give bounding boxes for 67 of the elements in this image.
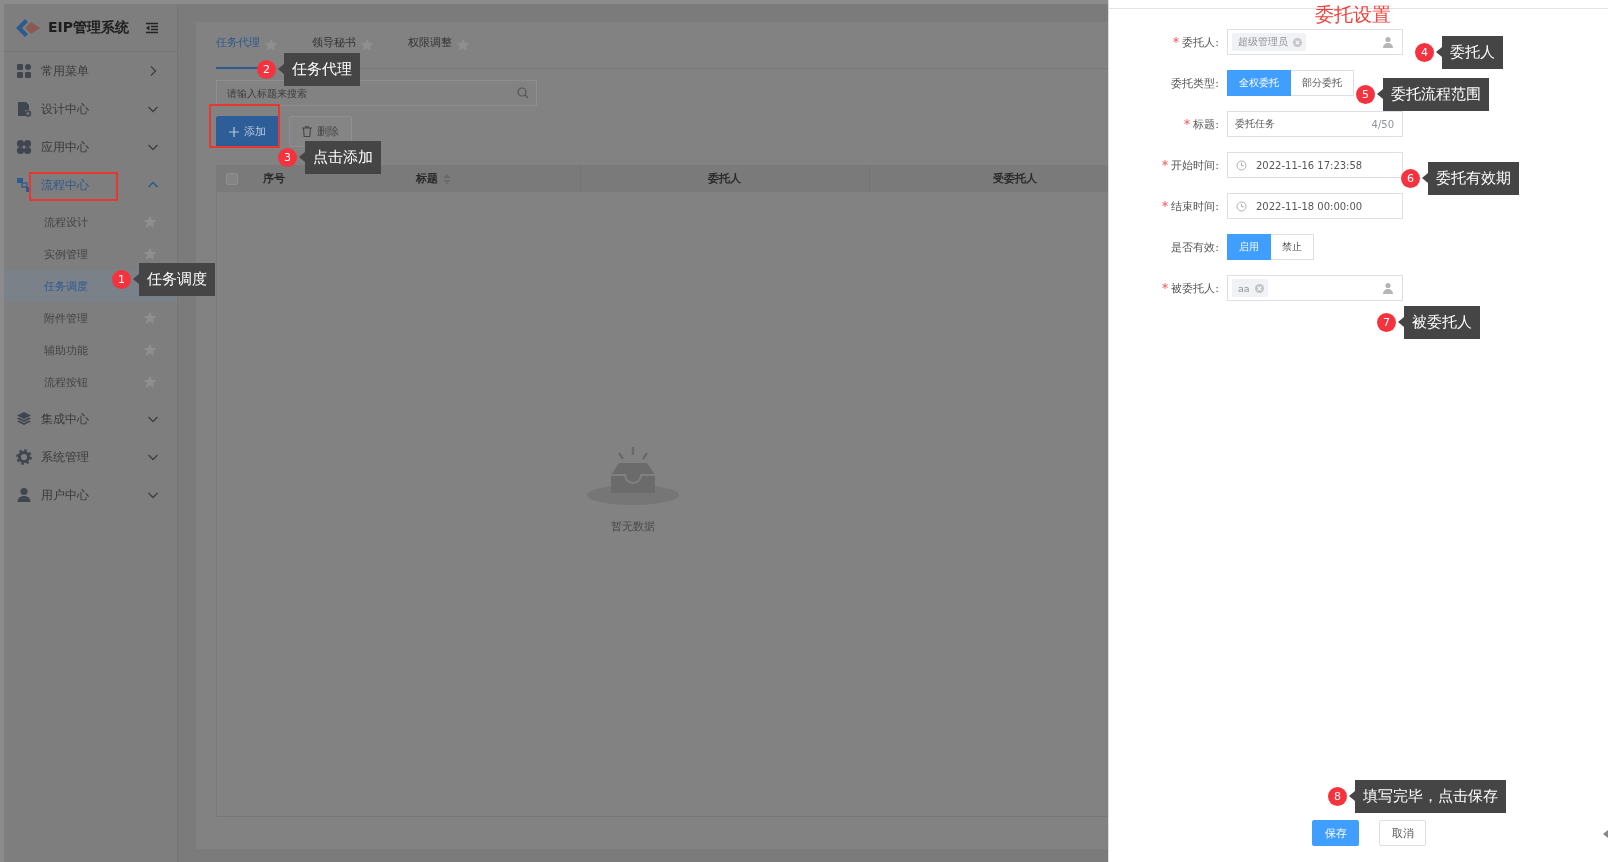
clock-icon <box>1236 159 1247 171</box>
menu-item[interactable]: 常用菜单 <box>4 52 177 90</box>
character-counter: 4/50 <box>1371 118 1394 130</box>
four-circles-icon <box>16 139 32 155</box>
collapse-menu-icon <box>145 21 159 34</box>
segment-button[interactable]: 启用 <box>1227 234 1271 260</box>
column-header: 序号 <box>262 171 285 186</box>
plus-icon <box>229 126 239 137</box>
date-time-field[interactable]: 2022-11-18 00:00:00 <box>1227 193 1403 219</box>
segment-button[interactable]: 禁止 <box>1271 234 1314 260</box>
menu-item[interactable]: 集成中心 <box>4 400 177 438</box>
menu-item[interactable]: 流程中心 <box>4 166 177 204</box>
add-button[interactable]: 添加 <box>216 116 279 147</box>
grid-icon <box>16 63 32 79</box>
tab[interactable]: 权限调整 <box>408 22 452 69</box>
field-label: 标题: <box>1193 116 1219 132</box>
column-header: 标题 <box>415 171 438 186</box>
column-header: 受委托人 <box>992 171 1037 186</box>
flowchart-icon <box>16 177 32 193</box>
remove-tag-icon <box>1254 283 1264 293</box>
callout-tooltip: 委托流程范围 <box>1377 78 1489 111</box>
menu-item[interactable]: 用户中心 <box>4 476 177 514</box>
search-field[interactable]: 请输入标题来搜索 <box>216 80 537 106</box>
app-name: EIP管理系统 <box>48 18 131 37</box>
drawer-title: 委托设置 <box>1314 3 1391 25</box>
gear-icon <box>16 449 32 465</box>
menu-item[interactable]: 应用中心 <box>4 128 177 166</box>
user-tag: aa <box>1232 279 1268 297</box>
callout-tooltip: 委托人 <box>1436 36 1503 69</box>
user-icon <box>1382 282 1394 294</box>
logo-icon <box>16 18 40 37</box>
segment-button[interactable]: 部分委托 <box>1291 70 1354 96</box>
user-icon <box>1382 36 1394 48</box>
column-header: 委托人 <box>708 171 742 186</box>
field-label: 结束时间: <box>1171 198 1219 214</box>
cancel-button[interactable]: 取消 <box>1379 820 1426 846</box>
callout-tooltip: 点击添加 <box>299 141 381 174</box>
user-picker-field[interactable]: 超级管理员 <box>1227 29 1403 55</box>
star-icon <box>360 38 374 52</box>
callout-tooltip: 任务调度 <box>133 263 215 296</box>
clock-icon <box>1236 200 1247 212</box>
layers-icon <box>16 411 32 427</box>
user-icon <box>16 487 32 503</box>
remove-tag-icon <box>1293 37 1302 47</box>
collapse-caret-icon <box>1603 830 1608 838</box>
callout-tooltip: 被委托人 <box>1398 306 1480 339</box>
callout-tooltip: 任务代理 <box>278 53 360 86</box>
field-label: 开始时间: <box>1171 157 1219 173</box>
date-time-field[interactable]: 2022-11-16 17:23:58 <box>1227 152 1403 178</box>
field-label: 委托人: <box>1182 34 1219 50</box>
user-picker-field[interactable]: aa <box>1227 275 1403 301</box>
title-field[interactable]: 委托任务 4/50 <box>1227 111 1403 137</box>
field-label: 委托类型: <box>1171 75 1219 91</box>
highlight-frame <box>209 104 280 148</box>
segment-button[interactable]: 全权委托 <box>1227 70 1291 96</box>
trash-icon <box>302 126 312 137</box>
field-label: 是否有效: <box>1171 239 1219 255</box>
field-label: 被委托人: <box>1171 280 1219 296</box>
search-icon <box>517 87 529 99</box>
callout-tooltip: 填写完毕，点击保存 <box>1349 780 1506 813</box>
menu-item[interactable]: 设计中心 <box>4 90 177 128</box>
empty-tray-icon <box>585 444 681 507</box>
document-plus-icon <box>16 101 32 117</box>
callout-tooltip: 委托有效期 <box>1422 162 1519 195</box>
user-tag: 超级管理员 <box>1232 33 1306 51</box>
menu-item[interactable]: 系统管理 <box>4 438 177 476</box>
save-button[interactable]: 保存 <box>1312 820 1359 846</box>
